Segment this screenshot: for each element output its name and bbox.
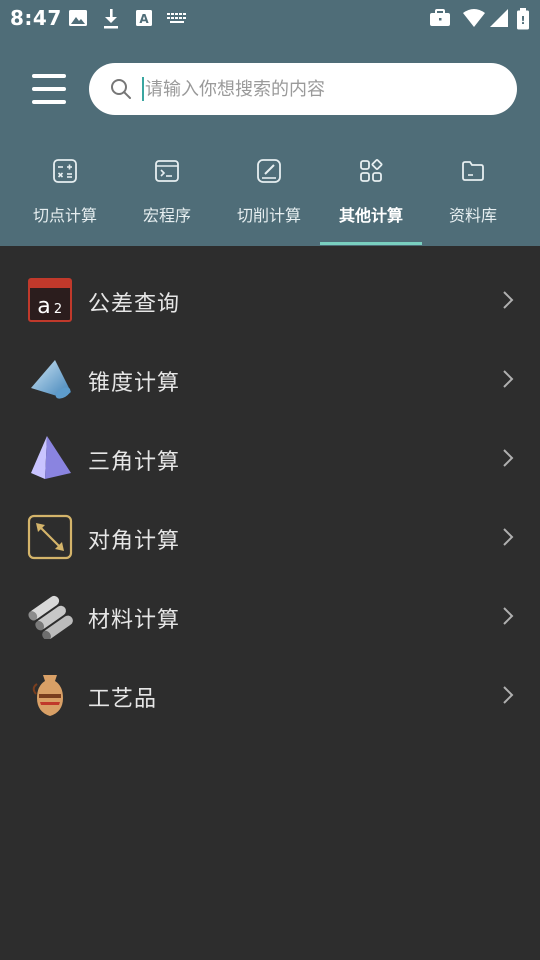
terminal-icon (155, 160, 179, 182)
chevron-right-icon (503, 528, 514, 546)
tab-label: 切削计算 (236, 206, 301, 225)
list-item-label: 对角计算 (88, 529, 181, 554)
list-item-material[interactable]: 材料计算 (0, 577, 540, 656)
briefcase-icon (430, 9, 450, 26)
menu-button[interactable] (28, 68, 70, 110)
chevron-right-icon (503, 449, 514, 467)
list-item-label: 工艺品 (88, 687, 158, 712)
tab-label: 其他计算 (338, 206, 403, 225)
menu-icon (32, 74, 66, 78)
grid-icon (360, 159, 383, 182)
cone-icon (31, 360, 71, 399)
edit-icon (257, 159, 281, 183)
tab-cutpoint-calc[interactable]: 切点计算 (14, 150, 116, 246)
a-font-icon: A (136, 10, 152, 26)
chevron-right-icon (503, 686, 514, 704)
menu-icon-bar (32, 100, 66, 104)
search-bar[interactable] (89, 63, 517, 115)
a2-calendar-icon: a 2 (28, 278, 72, 322)
chevron-right-icon (503, 291, 514, 309)
svg-text:a: a (37, 294, 50, 319)
battery-icon: ! (517, 8, 529, 30)
svg-text:2: 2 (54, 302, 62, 317)
image-icon (69, 10, 87, 26)
vase-icon (32, 675, 63, 716)
wifi-icon (463, 9, 485, 27)
calculator-icon (53, 159, 77, 183)
list-item-label: 公差查询 (88, 292, 181, 317)
tab-label: 切点计算 (32, 206, 97, 225)
list-item-crafts[interactable]: 工艺品 (0, 656, 540, 735)
list-item-label: 三角计算 (88, 450, 181, 475)
status-time: 8:47 (10, 6, 62, 30)
app-header: 8:47 A ! 请输入你想搜索的内容 切点计算 宏程序 切削计算 其他计算 资… (0, 0, 540, 246)
tab-other-calc[interactable]: 其他计算 (320, 150, 422, 246)
list-item-label: 锥度计算 (88, 371, 181, 396)
text-cursor (142, 77, 144, 101)
tab-label: 资料库 (448, 206, 497, 225)
list-item-taper[interactable]: 锥度计算 (0, 340, 540, 419)
tab-cutting-calc[interactable]: 切削计算 (218, 150, 320, 246)
folder-icon (462, 161, 484, 181)
pyramid-icon (31, 436, 71, 479)
diagonal-arrow-icon (27, 514, 73, 560)
tab-macro-program[interactable]: 宏程序 (116, 150, 218, 246)
list-item-triangle[interactable]: 三角计算 (0, 419, 540, 498)
svg-text:A: A (139, 12, 149, 26)
pipes-icon (28, 595, 73, 639)
active-tab-indicator (320, 242, 422, 245)
chevron-right-icon (503, 607, 514, 625)
list-item-tolerance[interactable]: a 2 公差查询 (0, 261, 540, 340)
search-icon (111, 79, 131, 99)
keyboard-icon (167, 13, 186, 23)
status-bar: 8:47 A ! (0, 0, 540, 38)
chevron-right-icon (503, 370, 514, 388)
search-input[interactable] (145, 63, 485, 115)
list-item-diagonal[interactable]: 对角计算 (0, 498, 540, 577)
menu-icon-bar (32, 87, 66, 91)
tab-database[interactable]: 资料库 (422, 150, 524, 246)
download-icon (104, 9, 118, 29)
tab-label: 宏程序 (142, 206, 191, 225)
signal-icon (490, 9, 508, 27)
svg-text:!: ! (520, 14, 525, 27)
list-item-label: 材料计算 (88, 608, 181, 633)
